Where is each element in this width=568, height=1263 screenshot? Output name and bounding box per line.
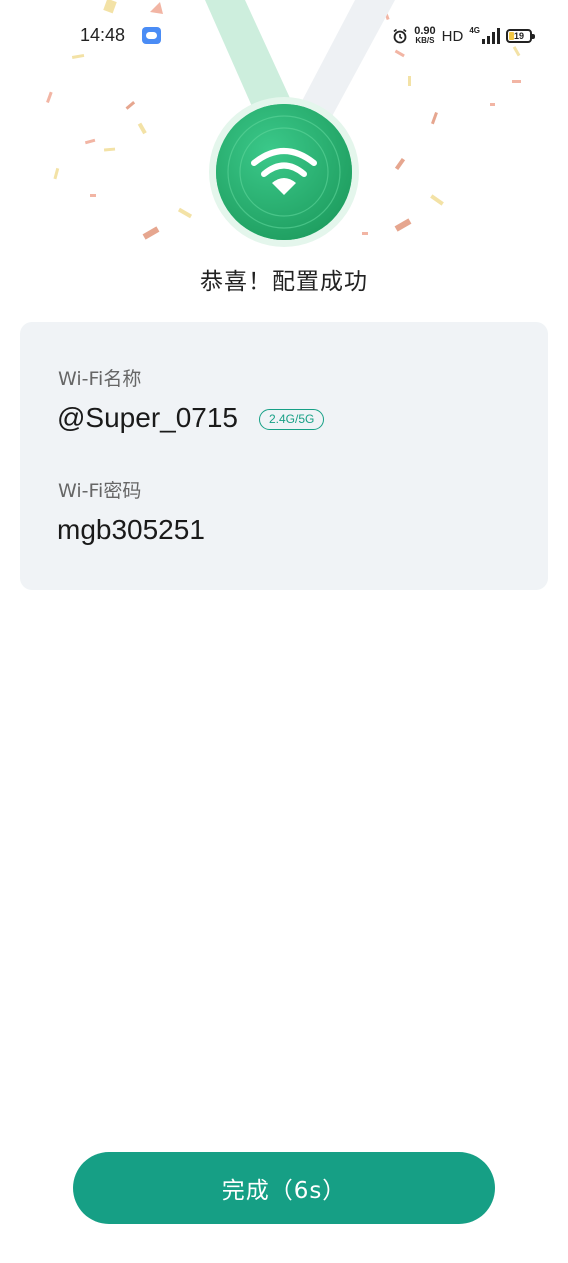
wifi-info-card: Wi-Fi名称 @Super_0715 2.4G/5G Wi-Fi密码 mgb3… xyxy=(20,322,548,590)
done-button[interactable]: 完成（6s） xyxy=(73,1152,495,1224)
medal xyxy=(205,0,395,247)
success-title: 恭喜！配置成功 xyxy=(200,269,368,295)
wifi-name-value: @Super_0715 xyxy=(57,402,239,433)
wifi-icon xyxy=(251,148,317,195)
wifi-password-value: mgb305251 xyxy=(57,514,205,545)
wifi-name-label: Wi-Fi名称 xyxy=(58,368,142,390)
wifi-password-label: Wi-Fi密码 xyxy=(58,480,142,502)
success-illustration xyxy=(0,0,568,260)
band-tag: 2.4G/5G xyxy=(259,409,325,430)
